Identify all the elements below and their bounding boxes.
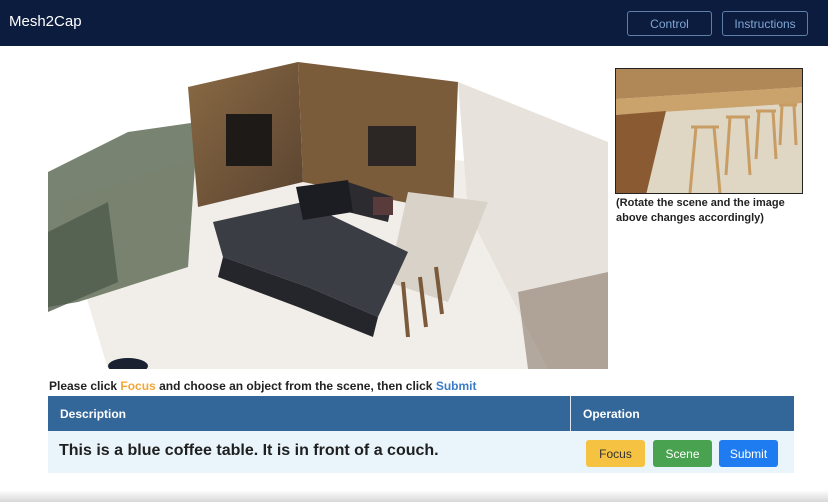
instruction-submit-keyword: Submit <box>435 379 477 393</box>
scene-button[interactable]: Scene <box>653 440 712 467</box>
bar-stools-photo <box>616 69 802 193</box>
control-button[interactable]: Control <box>627 11 712 36</box>
instruction-text: Please click Focus and choose an object … <box>49 379 476 393</box>
app-title: Mesh2Cap <box>9 13 82 30</box>
table-header: Description Operation <box>48 396 794 431</box>
header-divider <box>570 396 571 431</box>
camera-view-image <box>615 68 803 194</box>
caption-table: Description Operation This is a blue cof… <box>48 396 794 476</box>
instruction-middle: and choose an object from the scene, the… <box>155 379 436 393</box>
table-row: This is a blue coffee table. It is in fr… <box>48 431 794 473</box>
header-description: Description <box>60 407 127 421</box>
instruction-prefix: Please click <box>49 379 121 393</box>
header-operation: Operation <box>583 407 640 421</box>
thumbnail-caption: (Rotate the scene and the image above ch… <box>616 197 785 224</box>
scene-render <box>48 52 608 369</box>
3d-scene-viewer[interactable] <box>48 52 608 369</box>
top-navbar: Mesh2Cap Control Instructions <box>0 0 828 46</box>
instructions-button[interactable]: Instructions <box>722 11 808 36</box>
instruction-focus-keyword: Focus <box>120 379 156 393</box>
description-text: This is a blue coffee table. It is in fr… <box>59 442 439 459</box>
page-bottom-shadow <box>0 490 828 502</box>
focus-button[interactable]: Focus <box>586 440 645 467</box>
submit-button[interactable]: Submit <box>719 440 778 467</box>
